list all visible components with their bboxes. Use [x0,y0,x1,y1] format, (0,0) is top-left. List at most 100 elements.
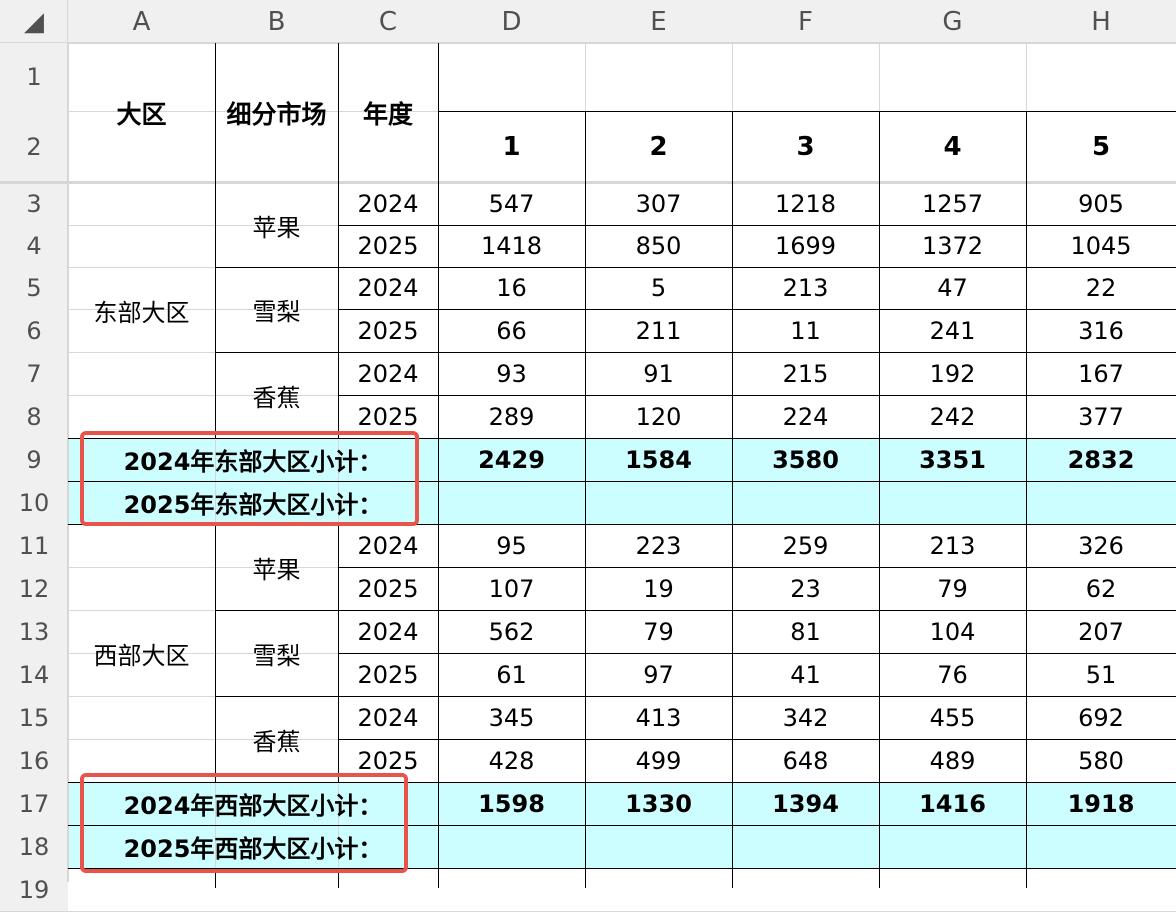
row-header-10[interactable]: 10 [0,481,68,524]
value-cell[interactable]: 51 [1026,653,1176,696]
value-cell[interactable]: 428 [438,739,585,782]
value-cell[interactable]: 489 [879,739,1026,782]
subtotal-value[interactable]: 1918 [1026,782,1176,825]
market-cell[interactable]: 苹果 [215,524,338,610]
value-cell[interactable]: 326 [1026,524,1176,567]
column-header-c[interactable]: C [338,0,438,43]
value-cell[interactable]: 1418 [438,225,585,267]
value-cell[interactable]: 377 [1026,395,1176,438]
value-cell[interactable]: 580 [1026,739,1176,782]
subtotal-value[interactable] [438,825,585,868]
value-cell[interactable]: 345 [438,696,585,739]
value-cell[interactable]: 120 [585,395,732,438]
row-header-8[interactable]: 8 [0,395,68,438]
row-header-14[interactable]: 14 [0,653,68,696]
subtotal-value[interactable] [585,481,732,524]
column-header-d[interactable]: D [438,0,585,43]
select-all-corner[interactable]: ◢ [0,0,68,43]
value-cell[interactable]: 1372 [879,225,1026,267]
value-cell[interactable]: 211 [585,309,732,352]
row-header-4[interactable]: 4 [0,225,68,267]
market-cell[interactable]: 香蕉 [215,696,338,782]
market-cell[interactable]: 香蕉 [215,352,338,438]
year-cell[interactable]: 2025 [338,309,438,352]
value-cell[interactable]: 107 [438,567,585,610]
year-cell[interactable]: 2024 [338,267,438,309]
value-cell[interactable]: 41 [732,653,879,696]
subtotal-value[interactable]: 1584 [585,438,732,481]
value-cell[interactable]: 5 [585,267,732,309]
column-header-f[interactable]: F [732,0,879,43]
value-cell[interactable]: 648 [732,739,879,782]
value-cell[interactable]: 23 [732,567,879,610]
subtotal-value[interactable] [585,825,732,868]
value-cell[interactable]: 850 [585,225,732,267]
row-header-5[interactable]: 5 [0,267,68,309]
row-header-9[interactable]: 9 [0,438,68,481]
subtotal-value[interactable]: 2832 [1026,438,1176,481]
value-cell[interactable]: 905 [1026,183,1176,225]
value-cell[interactable]: 1045 [1026,225,1176,267]
subtotal-value[interactable]: 3580 [732,438,879,481]
value-cell[interactable]: 547 [438,183,585,225]
value-cell[interactable]: 207 [1026,610,1176,653]
header-year[interactable]: 年度 [338,43,438,183]
region-cell[interactable]: 东部大区 [68,183,215,438]
header-segment[interactable]: 细分市场 [215,43,338,183]
value-cell[interactable]: 289 [438,395,585,438]
subtotal-value[interactable] [438,481,585,524]
value-cell[interactable]: 223 [585,524,732,567]
row-header-2[interactable]: 2 [0,111,68,183]
value-cell[interactable]: 213 [879,524,1026,567]
header-number-3[interactable]: 3 [732,111,879,183]
value-cell[interactable]: 562 [438,610,585,653]
value-cell[interactable]: 22 [1026,267,1176,309]
row-header-13[interactable]: 13 [0,610,68,653]
value-cell[interactable]: 11 [732,309,879,352]
value-cell[interactable]: 215 [732,352,879,395]
value-cell[interactable]: 104 [879,610,1026,653]
subtotal-value[interactable]: 2429 [438,438,585,481]
year-cell[interactable]: 2024 [338,696,438,739]
value-cell[interactable]: 455 [879,696,1026,739]
value-cell[interactable]: 499 [585,739,732,782]
subtotal-value[interactable] [1026,481,1176,524]
column-header-g[interactable]: G [879,0,1026,43]
subtotal-value[interactable]: 1598 [438,782,585,825]
market-cell[interactable]: 雪梨 [215,267,338,352]
value-cell[interactable]: 692 [1026,696,1176,739]
value-cell[interactable]: 61 [438,653,585,696]
row-header-15[interactable]: 15 [0,696,68,739]
value-cell[interactable]: 1257 [879,183,1026,225]
row-header-19[interactable]: 19 [0,868,68,911]
subtotal-value[interactable] [732,825,879,868]
value-cell[interactable]: 19 [585,567,732,610]
year-cell[interactable]: 2024 [338,524,438,567]
subtotal-value[interactable]: 1416 [879,782,1026,825]
value-cell[interactable]: 307 [585,183,732,225]
row-header-7[interactable]: 7 [0,352,68,395]
value-cell[interactable]: 79 [585,610,732,653]
value-cell[interactable]: 316 [1026,309,1176,352]
value-cell[interactable]: 413 [585,696,732,739]
value-cell[interactable]: 259 [732,524,879,567]
value-cell[interactable]: 192 [879,352,1026,395]
column-header-h[interactable]: H [1026,0,1176,43]
header-number-5[interactable]: 5 [1026,111,1176,183]
year-cell[interactable]: 2024 [338,183,438,225]
value-cell[interactable]: 342 [732,696,879,739]
row-header-1[interactable]: 1 [0,43,68,111]
value-cell[interactable]: 167 [1026,352,1176,395]
row-header-6[interactable]: 6 [0,309,68,352]
value-cell[interactable]: 16 [438,267,585,309]
value-cell[interactable]: 66 [438,309,585,352]
market-cell[interactable]: 苹果 [215,183,338,267]
column-header-a[interactable]: A [68,0,215,43]
column-header-e[interactable]: E [585,0,732,43]
value-cell[interactable]: 213 [732,267,879,309]
value-cell[interactable]: 79 [879,567,1026,610]
value-cell[interactable]: 62 [1026,567,1176,610]
value-cell[interactable]: 1699 [732,225,879,267]
value-cell[interactable]: 97 [585,653,732,696]
year-cell[interactable]: 2024 [338,352,438,395]
